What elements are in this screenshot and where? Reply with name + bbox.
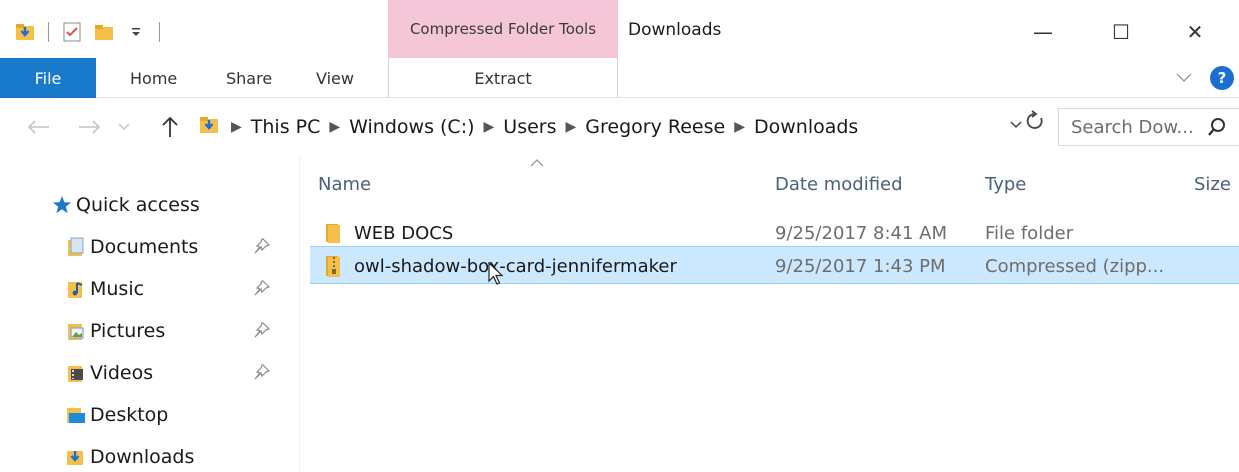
breadcrumb-separator-icon[interactable]: ▶ — [566, 119, 577, 135]
breadcrumb-gregory-reese[interactable]: Gregory Reese — [585, 116, 725, 138]
toolbar-divider — [159, 22, 160, 42]
breadcrumb-windows-c[interactable]: Windows (C:) — [349, 116, 474, 138]
nav-item-quick-access[interactable]: Quick access — [52, 190, 200, 220]
nav-item-documents[interactable]: Documents — [66, 232, 198, 262]
nav-item-pictures[interactable]: Pictures — [66, 316, 165, 346]
nav-item-label: Downloads — [90, 446, 195, 468]
music-folder-icon — [66, 279, 86, 299]
breadcrumb-this-pc[interactable]: This PC — [251, 116, 321, 138]
zip-folder-icon — [324, 247, 344, 285]
tab-extract[interactable]: Extract — [388, 58, 618, 98]
title-bar: Compressed Folder Tools Downloads — ☐ ✕ — [0, 0, 1239, 58]
downloads-folder-icon — [198, 115, 220, 140]
nav-item-downloads[interactable]: Downloads — [66, 442, 194, 472]
tab-share[interactable]: Share — [226, 58, 272, 98]
pin-icon[interactable] — [254, 280, 271, 300]
address-row: ▶ This PC ▶ Windows (C:) ▶ Users ▶ Grego… — [0, 98, 1239, 156]
address-history-dropdown[interactable] — [1010, 118, 1022, 132]
expand-ribbon-icon[interactable] — [1176, 68, 1192, 87]
nav-item-label: Quick access — [76, 194, 200, 216]
window-title: Downloads — [628, 20, 722, 40]
column-header-date-modified[interactable]: Date modified — [775, 170, 903, 198]
breadcrumb-separator-icon[interactable]: ▶ — [484, 119, 495, 135]
breadcrumb-separator-icon[interactable]: ▶ — [734, 119, 745, 135]
breadcrumb-users[interactable]: Users — [503, 116, 556, 138]
recent-locations-button[interactable] — [112, 112, 136, 142]
sort-ascending-icon — [530, 156, 544, 170]
star-icon — [52, 195, 72, 215]
videos-folder-icon — [66, 363, 86, 383]
pin-icon[interactable] — [254, 364, 271, 384]
nav-item-label: Documents — [90, 236, 199, 258]
chevron-down-icon — [118, 123, 130, 130]
search-input[interactable]: Search Dow... — [1058, 108, 1239, 146]
breadcrumb-separator-icon[interactable]: ▶ — [231, 119, 242, 135]
nav-item-label: Videos — [90, 362, 154, 384]
navigation-pane: Quick access Documents Music Pictures Vi… — [0, 156, 300, 472]
file-type: Compressed (zipp... — [985, 255, 1165, 277]
back-button[interactable] — [22, 112, 56, 142]
breadcrumb-separator-icon[interactable]: ▶ — [329, 119, 340, 135]
up-button[interactable] — [152, 112, 188, 142]
pin-icon[interactable] — [254, 322, 271, 342]
documents-folder-icon — [66, 237, 86, 257]
nav-item-label: Pictures — [90, 320, 166, 342]
nav-item-label: Music — [90, 278, 145, 300]
nav-item-music[interactable]: Music — [66, 274, 144, 304]
up-arrow-icon — [162, 116, 178, 137]
refresh-icon — [1026, 110, 1043, 129]
column-header-size[interactable]: Size — [1194, 170, 1231, 198]
toolbar-divider — [48, 22, 49, 42]
desktop-folder-icon — [66, 405, 86, 425]
refresh-button[interactable] — [1026, 110, 1046, 137]
file-name: owl-shadow-box-card-jennifermaker — [354, 255, 677, 277]
pin-icon[interactable] — [254, 238, 271, 258]
tab-file[interactable]: File — [0, 58, 96, 98]
forward-button[interactable] — [74, 112, 104, 142]
customize-toolbar-icon[interactable] — [123, 19, 149, 45]
file-date: 9/25/2017 1:43 PM — [775, 255, 946, 277]
tab-view[interactable]: View — [316, 58, 354, 98]
nav-item-desktop[interactable]: Desktop — [66, 400, 168, 430]
forward-arrow-icon — [79, 120, 100, 134]
tab-home[interactable]: Home — [130, 58, 177, 98]
quick-access-toolbar — [12, 16, 164, 48]
file-list: Name Date modified Type Size WEB DOCS 9/… — [300, 156, 1239, 472]
mouse-cursor-icon — [488, 261, 504, 290]
nav-item-videos[interactable]: Videos — [66, 358, 153, 388]
compressed-folder-tools-tab: Compressed Folder Tools — [388, 0, 618, 58]
ribbon-tabs: File Home Share View Extract ? — [0, 58, 1239, 98]
help-button[interactable]: ? — [1210, 66, 1234, 90]
chevron-down-icon — [1010, 121, 1022, 129]
nav-item-label: Desktop — [90, 404, 169, 426]
downloads-folder-icon[interactable] — [12, 19, 38, 45]
new-folder-icon[interactable] — [91, 19, 117, 45]
column-header-type[interactable]: Type — [985, 170, 1026, 198]
pictures-folder-icon — [66, 321, 86, 341]
file-row-owl-shadow-box-card[interactable]: owl-shadow-box-card-jennifermaker 9/25/2… — [310, 246, 1239, 284]
properties-icon[interactable] — [59, 19, 85, 45]
downloads-folder-icon — [66, 447, 86, 467]
address-bar[interactable]: ▶ This PC ▶ Windows (C:) ▶ Users ▶ Grego… — [190, 108, 1056, 146]
column-header-name[interactable]: Name — [318, 170, 371, 198]
minimize-button[interactable]: — — [1018, 14, 1068, 50]
breadcrumb-downloads[interactable]: Downloads — [754, 116, 858, 138]
maximize-button[interactable]: ☐ — [1096, 14, 1146, 50]
close-button[interactable]: ✕ — [1170, 14, 1220, 50]
search-icon[interactable] — [1207, 117, 1227, 142]
back-arrow-icon — [28, 120, 49, 134]
search-placeholder: Search Dow... — [1071, 116, 1194, 138]
